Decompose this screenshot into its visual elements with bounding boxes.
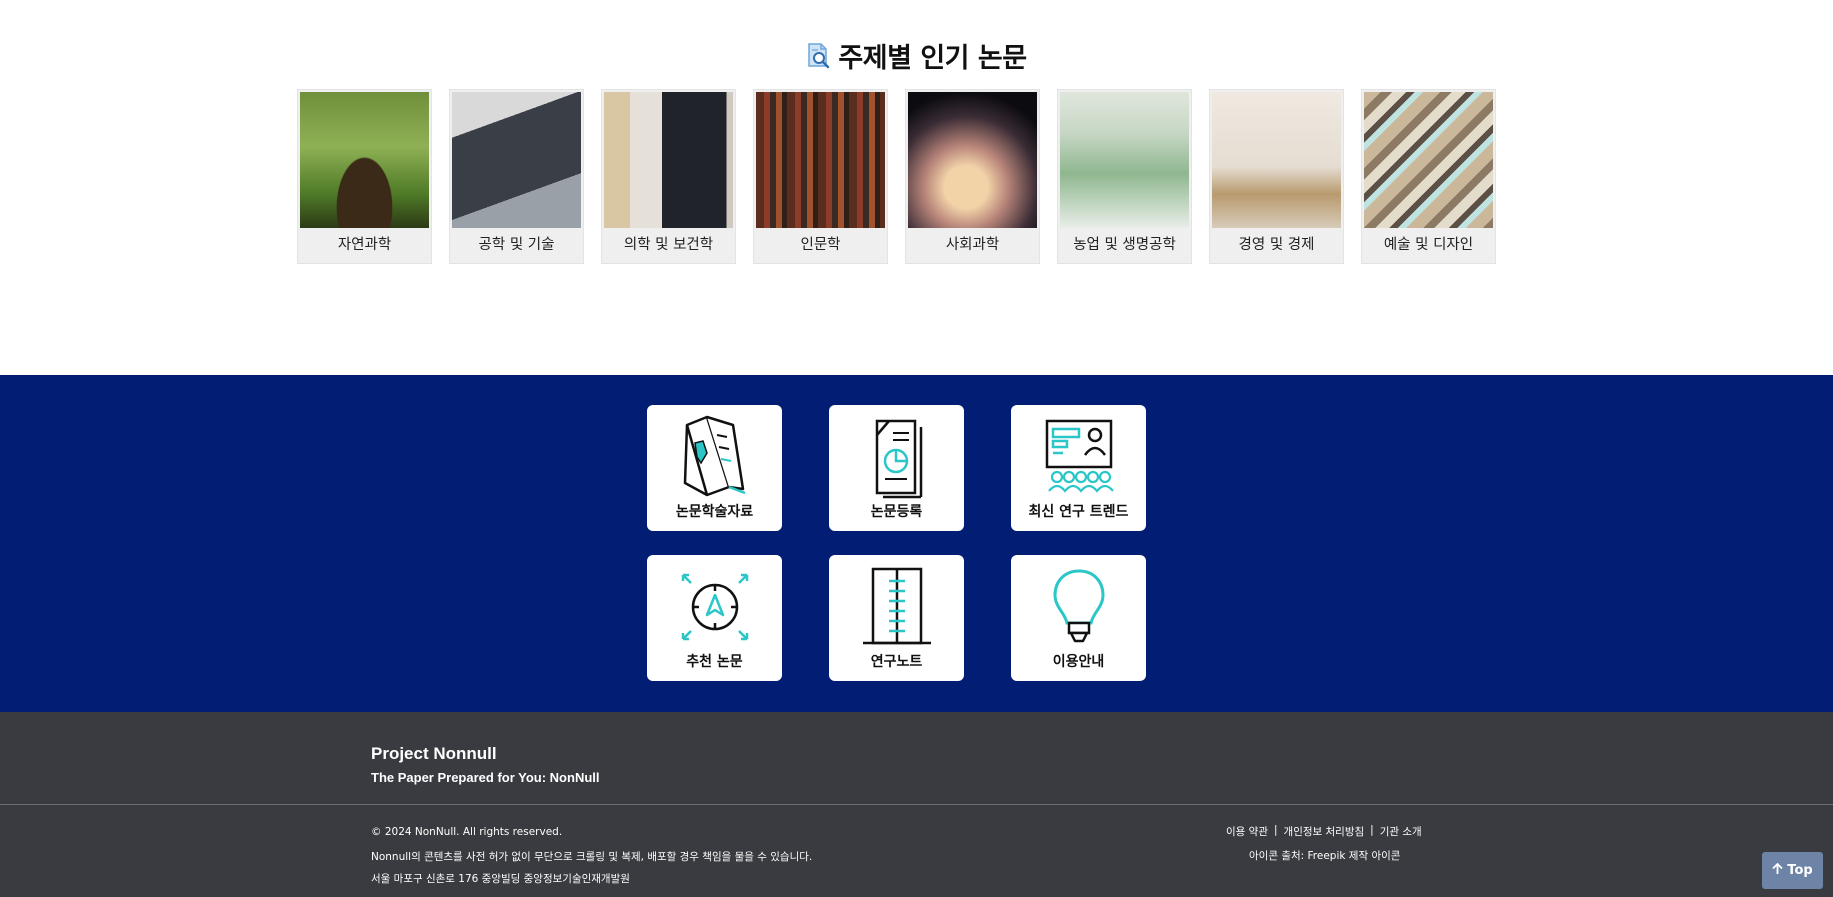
topic-card-engineering[interactable]: 공학 및 기술 [449,89,584,264]
coins-chart-photo [1212,92,1341,228]
xray-monitor-photo [604,92,733,228]
menu-tile-label: 추천 논문 [686,654,743,670]
notebook-icon [862,567,931,645]
link-separator: | [1273,824,1278,836]
topic-card-social-science[interactable]: 사회과학 [905,89,1040,264]
bookshelf-photo [756,92,885,228]
footer-links: 이용 약관 | 개인정보 처리방침 | 기관 소개 [1226,824,1422,839]
laptop-code-photo [452,92,581,228]
footer-address: 서울 마포구 신촌로 176 중앙빌딩 중앙정보기술인재개발원 [371,873,630,885]
topic-card-label: 자연과학 [337,237,392,253]
topic-card-label: 인문학 [800,237,841,253]
menu-tile-label: 최신 연구 트렌드 [1028,504,1129,520]
privacy-policy-link[interactable]: 개인정보 처리방침 [1284,824,1365,839]
open-book-icon [683,415,745,497]
presentation-audience-icon [1045,419,1114,493]
menu-tile-guide[interactable]: 이용안내 [1011,555,1146,681]
topic-card-natural-science[interactable]: 자연과학 [297,89,432,264]
arrow-up-icon [1772,862,1783,879]
footer-divider [0,804,1833,805]
topic-card-humanities[interactable]: 인문학 [753,89,888,264]
menu-tile-register[interactable]: 논문등록 [829,405,964,531]
topic-card-label: 경영 및 경제 [1238,237,1315,253]
topic-card-medicine[interactable]: 의학 및 보건학 [601,89,736,264]
footer-notice: Nonnull의 콘텐츠를 사전 허가 없이 무단으로 크롤링 및 복제, 배포… [371,851,813,863]
topic-card-agriculture[interactable]: 농업 및 생명공학 [1057,89,1192,264]
menu-tile-label: 논문학술자료 [675,504,754,520]
menu-tile-label: 논문등록 [870,504,923,520]
terms-link[interactable]: 이용 약관 [1226,824,1268,839]
lab-tubes-photo [1060,92,1189,228]
search-document-icon [806,42,832,70]
topic-card-label: 의학 및 보건학 [623,237,714,253]
about-link[interactable]: 기관 소개 [1380,824,1422,839]
section-header: 주제별 인기 논문 [0,36,1833,75]
quick-menu-section: 논문학술자료 논문등록 최신 연구 트렌드 추천 논문 연구노트 이용안내 [0,375,1833,712]
seedling-photo [300,92,429,228]
topic-card-label: 공학 및 기술 [478,237,555,253]
document-chart-icon [875,419,922,499]
footer-tagline: The Paper Prepared for You: NonNull [371,770,600,785]
scroll-top-button[interactable]: Top [1762,852,1823,889]
footer-brand: Project Nonnull [371,744,497,763]
topic-card-label: 사회과학 [945,237,1000,253]
topic-card-label: 농업 및 생명공학 [1073,237,1176,253]
scroll-top-label: Top [1787,863,1813,878]
topic-card-label: 예술 및 디자인 [1383,237,1474,253]
menu-tile-papers[interactable]: 논문학술자료 [647,405,782,531]
footer-copyright: © 2024 NonNull. All rights reserved. [371,826,563,838]
menu-tile-trends[interactable]: 최신 연구 트렌드 [1011,405,1146,531]
lightbulb-icon [1052,569,1105,643]
topic-card-business[interactable]: 경영 및 경제 [1209,89,1344,264]
menu-tile-label: 연구노트 [870,654,923,670]
popular-topics-section: 주제별 인기 논문 자연과학 공학 및 기술 의학 및 보건학 인문학 사회과학… [0,0,1833,375]
menu-tile-recommended[interactable]: 추천 논문 [647,555,782,681]
topic-card-art-design[interactable]: 예술 및 디자인 [1361,89,1496,264]
menu-tile-research-notes[interactable]: 연구노트 [829,555,964,681]
compass-icon [681,573,748,641]
link-separator: | [1370,824,1374,836]
silhouettes-sunset-photo [908,92,1037,228]
icon-credit: 아이콘 출처: Freepik 제작 아이콘 [1249,850,1401,862]
color-swatches-photo [1364,92,1493,228]
menu-tile-label: 이용안내 [1052,654,1105,670]
site-footer: Project Nonnull The Paper Prepared for Y… [0,712,1833,897]
topic-cards: 자연과학 공학 및 기술 의학 및 보건학 인문학 사회과학 농업 및 생명공학… [297,89,1496,264]
section-title: 주제별 인기 논문 [838,43,1027,74]
